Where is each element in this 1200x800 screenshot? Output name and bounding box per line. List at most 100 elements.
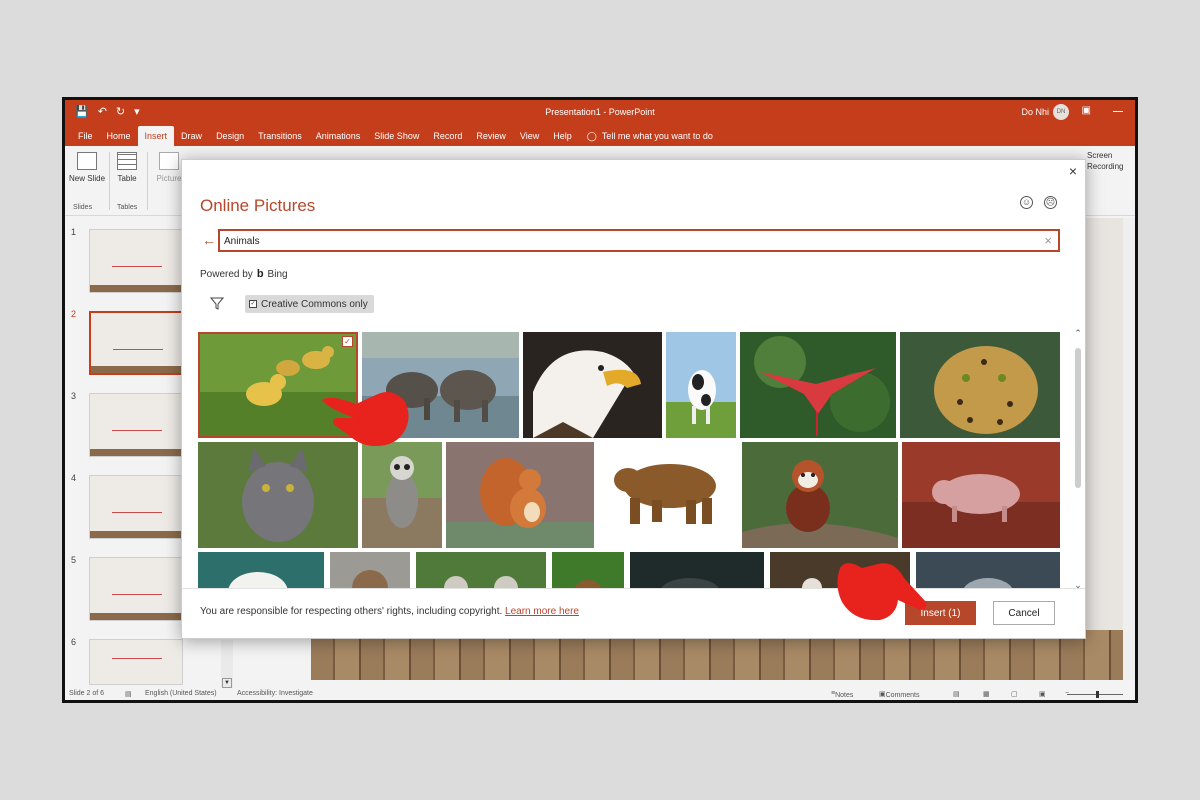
cancel-button[interactable]: Cancel	[993, 601, 1055, 625]
new-slide-label: New Slide	[69, 174, 106, 183]
slide-number: 6	[71, 637, 77, 647]
language-label[interactable]: English (United States)	[145, 690, 217, 697]
image-result-cow[interactable]	[666, 332, 736, 438]
scroll-up-icon[interactable]: ⌃	[1072, 328, 1084, 340]
normal-view-icon[interactable]: ▤	[953, 690, 960, 698]
slide-thumbnail-2[interactable]	[89, 311, 183, 375]
clear-search-icon[interactable]: ×	[1044, 233, 1052, 248]
tab-review[interactable]: Review	[469, 126, 513, 146]
image-result-dark-animal[interactable]	[630, 552, 764, 590]
group-tables-label: Tables	[117, 204, 138, 211]
slide-thumbnail-5[interactable]	[89, 557, 183, 621]
tab-help[interactable]: Help	[546, 126, 579, 146]
results-scrollbar[interactable]: ⌃ ⌄	[1072, 324, 1084, 590]
bing-label: Bing	[267, 268, 288, 280]
tab-record[interactable]: Record	[426, 126, 469, 146]
slide-number: 1	[71, 227, 77, 237]
image-result-brown-bear[interactable]	[598, 442, 738, 548]
minimize-icon[interactable]	[1113, 111, 1123, 112]
slide-number: 3	[71, 391, 77, 401]
tell-me-text: Tell me what you want to do	[601, 131, 713, 141]
comments-label: Comments	[885, 692, 920, 699]
dialog-footer: You are responsible for respecting other…	[182, 588, 1085, 638]
frown-feedback-icon[interactable]: ☹	[1044, 196, 1057, 209]
slide-thumbnail-4[interactable]	[89, 475, 183, 539]
window-title: Presentation1 - PowerPoint	[545, 107, 655, 117]
image-result-llama[interactable]	[330, 552, 410, 590]
bing-logo-icon: b	[256, 268, 264, 280]
zoom-slider[interactable]	[1067, 694, 1123, 695]
new-slide-button[interactable]: New Slide	[69, 152, 105, 183]
learn-more-link[interactable]: Learn more here	[505, 606, 579, 617]
group-slides-label: Slides	[73, 204, 93, 211]
title-bar: 💾 ↶ ↻ ▾ Presentation1 - PowerPoint Do Nh…	[65, 100, 1135, 124]
slide-sorter-icon[interactable]: ▦	[983, 690, 990, 698]
creative-commons-label: Creative Commons only	[261, 298, 368, 310]
filter-icon[interactable]	[210, 296, 224, 310]
lightbulb-icon: ◯	[586, 131, 597, 141]
reading-view-icon[interactable]: ▢	[1011, 690, 1018, 698]
tab-insert[interactable]: Insert	[137, 126, 175, 146]
tab-animations[interactable]: Animations	[309, 126, 368, 146]
pointing-hand-icon	[322, 392, 409, 446]
image-result-cat[interactable]	[198, 442, 358, 548]
image-result-seal[interactable]	[916, 552, 1060, 590]
image-result-lemur[interactable]	[362, 442, 442, 548]
slideshow-view-icon[interactable]: ▣	[1039, 690, 1046, 698]
scroll-down-icon[interactable]: ▼	[222, 678, 232, 688]
selected-check-icon[interactable]: ✓	[342, 336, 353, 347]
slide-thumbnail-1[interactable]	[89, 229, 183, 293]
image-results-grid: ✓	[198, 332, 1062, 590]
back-arrow-icon[interactable]: ←	[202, 232, 216, 248]
image-result-piglet[interactable]	[902, 442, 1060, 548]
notes-button[interactable]: ≡ Notes	[831, 690, 853, 699]
slide-number: 2	[71, 309, 77, 319]
tab-slide-show[interactable]: Slide Show	[367, 126, 426, 146]
table-label: Table	[117, 174, 137, 183]
image-result-polar-bear[interactable]	[198, 552, 324, 590]
canvas-scrollbar[interactable]	[1123, 218, 1135, 680]
copyright-text: You are responsible for respecting other…	[200, 606, 503, 617]
table-icon	[117, 152, 137, 170]
close-icon[interactable]: ×	[1069, 163, 1077, 179]
accessibility-status[interactable]: Accessibility: Investigate	[237, 690, 313, 697]
image-result-leopard[interactable]	[900, 332, 1060, 438]
tell-me-box[interactable]: ◯ Tell me what you want to do	[579, 126, 721, 146]
search-input[interactable]	[224, 233, 1024, 249]
spell-check-icon[interactable]: ▤	[125, 690, 132, 698]
comments-button[interactable]: ▣ Comments	[879, 690, 919, 699]
image-result-lemurs[interactable]	[416, 552, 546, 590]
pictures-label: Picture	[156, 174, 182, 183]
tab-file[interactable]: File	[71, 126, 100, 146]
creative-commons-filter[interactable]: ✓ Creative Commons only	[245, 295, 374, 313]
zoom-slider-knob[interactable]	[1096, 691, 1099, 698]
tab-home[interactable]: Home	[100, 126, 138, 146]
thumbnail-scrollbar[interactable]: ▼	[221, 640, 233, 688]
tab-draw[interactable]: Draw	[174, 126, 209, 146]
slide-thumbnail-6[interactable]	[89, 639, 183, 685]
checkbox-icon[interactable]: ✓	[249, 300, 257, 308]
new-slide-icon	[77, 152, 97, 170]
screen-recording-button[interactable]: Screen Recording	[1087, 150, 1127, 172]
image-result-scarlet-ibis[interactable]	[740, 332, 896, 438]
dialog-title: Online Pictures	[200, 196, 316, 215]
smile-feedback-icon[interactable]: ☺	[1020, 196, 1033, 209]
image-result-red-panda[interactable]	[742, 442, 898, 548]
tab-view[interactable]: View	[513, 126, 546, 146]
ribbon-display-icon[interactable]: ▣	[1082, 105, 1091, 116]
ribbon-tabs: File Home Insert Draw Design Transitions…	[65, 124, 1135, 146]
tab-design[interactable]: Design	[209, 126, 251, 146]
scrollbar-thumb[interactable]	[1075, 348, 1081, 488]
table-button[interactable]: Table	[109, 152, 145, 183]
slide-thumbnail-3[interactable]	[89, 393, 183, 457]
powered-by-label: Powered by	[200, 268, 253, 280]
powered-by: Powered by b Bing	[200, 268, 288, 280]
online-pictures-dialog: × Online Pictures ☺ ☹ ← × Powered by b B…	[181, 159, 1086, 639]
tab-transitions[interactable]: Transitions	[251, 126, 309, 146]
image-result-squirrel[interactable]	[446, 442, 594, 548]
notes-label: Notes	[835, 692, 854, 699]
image-result-bald-eagle[interactable]	[523, 332, 662, 438]
user-name[interactable]: Do Nhi	[1021, 107, 1049, 117]
avatar[interactable]: DN	[1053, 104, 1069, 120]
image-result-deer[interactable]	[552, 552, 624, 590]
